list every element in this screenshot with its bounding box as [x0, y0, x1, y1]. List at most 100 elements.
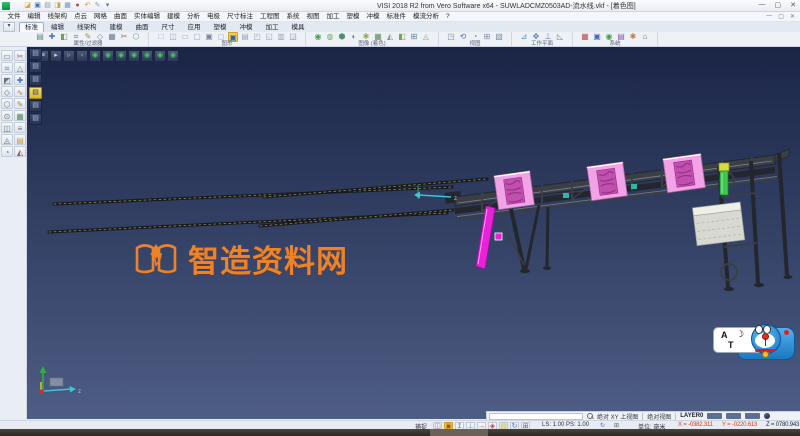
- sidebar-tool-icon[interactable]: △: [14, 62, 26, 73]
- ribbon-icon[interactable]: ◳: [446, 32, 456, 42]
- ribbon-icon[interactable]: ▤: [35, 32, 45, 42]
- quick-access-icon[interactable]: ●: [73, 1, 82, 10]
- toolbar-tab[interactable]: 模具: [286, 22, 311, 33]
- toolbar-tab[interactable]: 线架构: [71, 22, 103, 33]
- ribbon-icon[interactable]: ▣: [204, 32, 214, 42]
- sidebar-tool-icon[interactable]: ▤: [14, 134, 26, 145]
- quick-access-icon[interactable]: ◨: [53, 1, 62, 10]
- sidebar-tool-icon[interactable]: ⌗: [1, 62, 13, 73]
- toolbar-tab[interactable]: 曲面: [130, 22, 155, 33]
- ribbon-icon[interactable]: ✱: [628, 32, 638, 42]
- view-mode-icon[interactable]: ▤: [29, 113, 42, 125]
- sidebar-tool-icon[interactable]: ◔: [1, 146, 13, 157]
- pink-plate-2[interactable]: [587, 162, 627, 201]
- quick-access-icon[interactable]: ◪: [23, 1, 32, 10]
- sidebar-tool-icon[interactable]: ◩: [1, 74, 13, 85]
- ribbon-icon[interactable]: ▢: [192, 32, 202, 42]
- ime-toolbar[interactable]: A ☽ T: [713, 324, 795, 372]
- sidebar-tool-icon[interactable]: ▭: [1, 50, 13, 61]
- menu-item[interactable]: 加工: [323, 12, 343, 22]
- view-toolbar-icon[interactable]: ◉: [89, 50, 101, 62]
- sidebar-tool-icon[interactable]: ≡: [14, 122, 26, 133]
- sidebar-tool-icon[interactable]: ⊙: [1, 110, 13, 121]
- ribbon-icon[interactable]: ⊞: [482, 32, 492, 42]
- quick-access-icon[interactable]: ▯: [13, 1, 22, 10]
- ribbon-icon[interactable]: ✂: [119, 32, 129, 42]
- view-mode-icon[interactable]: ▤: [29, 100, 42, 112]
- quick-access-icon[interactable]: ↶: [83, 1, 92, 10]
- ribbon-icon[interactable]: ▭: [180, 32, 190, 42]
- sidebar-tool-icon[interactable]: ◭: [14, 146, 26, 157]
- view-toolbar-icon[interactable]: ◉: [115, 50, 127, 62]
- view-toolbar-icon[interactable]: ◉: [128, 50, 140, 62]
- view-mode-icon[interactable]: ▤: [29, 74, 42, 86]
- view-mode-icon[interactable]: ▤: [29, 61, 42, 73]
- ribbon-icon[interactable]: ◧: [59, 32, 69, 42]
- ribbon-icon[interactable]: ⬢: [337, 32, 347, 42]
- view-mode-icon[interactable]: ▤: [29, 48, 42, 60]
- render-style-icon[interactable]: [764, 413, 770, 419]
- toolbar-tab[interactable]: 建模: [104, 22, 129, 33]
- menu-item[interactable]: 电极: [204, 12, 224, 22]
- ribbon-icon[interactable]: ◰: [252, 32, 262, 42]
- active-layer[interactable]: LAYER0: [680, 413, 703, 419]
- toolbar-tab[interactable]: 编辑: [45, 22, 70, 33]
- menu-item[interactable]: 曲面: [111, 12, 131, 22]
- menu-item[interactable]: 视图: [303, 12, 323, 22]
- menu-item[interactable]: 模流分析: [410, 12, 443, 22]
- graphics-viewport[interactable]: z z ≡▸▹▫◉◉◉◉◉◉◉ ▤▤▤▤▤▤ 智造资料网: [27, 47, 800, 419]
- menu-item[interactable]: 分析: [184, 12, 204, 22]
- pink-plate-1[interactable]: [494, 171, 534, 210]
- green-cylinder[interactable]: [719, 163, 729, 195]
- ribbon-icon[interactable]: ⊞: [409, 32, 419, 42]
- menu-item[interactable]: 塑模: [343, 12, 363, 22]
- view-toolbar-icon[interactable]: ◉: [167, 50, 179, 62]
- quick-access-icon[interactable]: ▦: [63, 1, 72, 10]
- toolbar-tab[interactable]: 应用: [182, 22, 207, 33]
- layer-color-block[interactable]: [726, 413, 741, 419]
- menu-item[interactable]: 系统: [283, 12, 303, 22]
- menu-item[interactable]: 线架构: [44, 12, 71, 22]
- doc-close-button[interactable]: ✕: [790, 13, 795, 20]
- left-support-legs[interactable]: [497, 205, 551, 273]
- ribbon-icon[interactable]: ◱: [264, 32, 274, 42]
- ribbon-icon[interactable]: ▥: [276, 32, 286, 42]
- close-button[interactable]: ✕: [790, 1, 796, 9]
- ribbon-icon[interactable]: ▦: [580, 32, 590, 42]
- sidebar-tool-icon[interactable]: ◬: [1, 134, 13, 145]
- sensor-block[interactable]: [631, 184, 637, 189]
- view-mode-icon[interactable]: ▤: [29, 87, 42, 99]
- layer-color-block[interactable]: [707, 413, 722, 419]
- view-toolbar-icon[interactable]: ◉: [141, 50, 153, 62]
- menu-item[interactable]: 标准件: [383, 12, 410, 22]
- ribbon-icon[interactable]: ◧: [397, 32, 407, 42]
- sensor-block[interactable]: [563, 193, 569, 198]
- menu-item[interactable]: 建模: [164, 12, 184, 22]
- ribbon-icon[interactable]: ⌂: [640, 32, 650, 42]
- quick-access-icon[interactable]: ▣: [33, 1, 42, 10]
- sidebar-tool-icon[interactable]: ∿: [14, 86, 26, 97]
- conveyor-rails[interactable]: [49, 179, 487, 232]
- menu-item[interactable]: 点云: [71, 12, 91, 22]
- menu-item[interactable]: ?: [443, 12, 454, 22]
- ribbon-icon[interactable]: ◫: [168, 32, 178, 42]
- grid-icon[interactable]: ⊞: [614, 422, 619, 429]
- taskbar-app-segment[interactable]: [430, 429, 488, 436]
- view-toolbar-icon[interactable]: ▫: [76, 50, 88, 62]
- sidebar-tool-icon[interactable]: ▦: [14, 110, 26, 121]
- ime-mode-english[interactable]: A: [721, 330, 728, 340]
- ime-halfwidth-icon[interactable]: ☽: [736, 329, 744, 340]
- doc-restore-button[interactable]: ▢: [778, 13, 784, 20]
- view-toolbar-icon[interactable]: ▹: [63, 50, 75, 62]
- minimize-button[interactable]: —: [759, 1, 766, 9]
- menu-item[interactable]: 网格: [91, 12, 111, 22]
- toolbar-tab[interactable]: 塑模: [208, 22, 233, 33]
- command-input[interactable]: [489, 413, 583, 420]
- toolbar-tab[interactable]: 标准: [19, 22, 44, 33]
- control-box[interactable]: [692, 202, 744, 246]
- sidebar-tool-icon[interactable]: ✚: [14, 74, 26, 85]
- layer-color-block[interactable]: [745, 413, 760, 419]
- ribbon-icon[interactable]: ◉: [313, 32, 323, 42]
- menu-item[interactable]: 文件: [4, 12, 24, 22]
- menu-item[interactable]: 工程图: [257, 12, 284, 22]
